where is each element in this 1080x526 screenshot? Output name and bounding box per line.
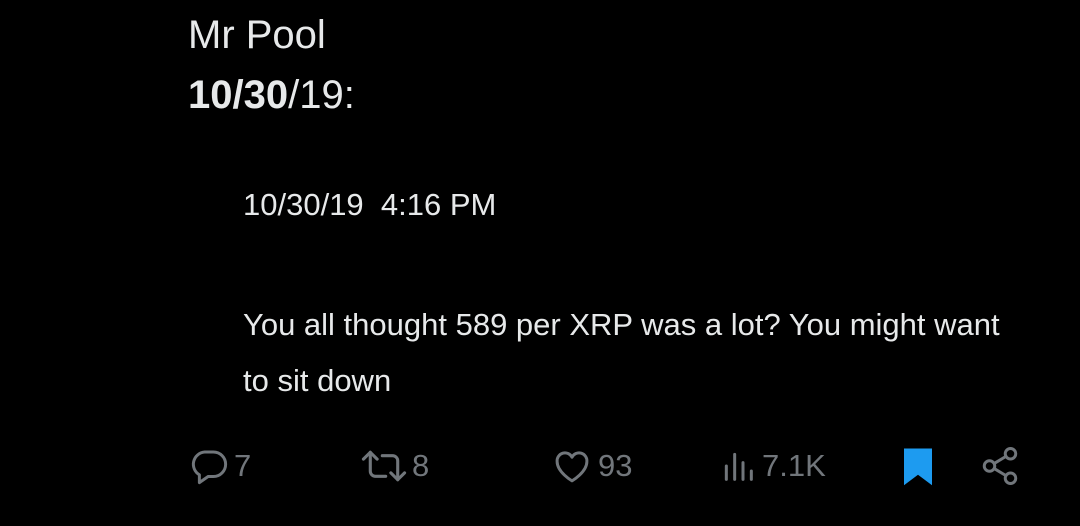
heart-icon <box>550 445 594 487</box>
quoted-timestamp: 10/30/19 4:16 PM <box>243 187 497 222</box>
like-count: 93 <box>598 448 633 483</box>
quoted-text: You all thought 589 per XRP was a lot? Y… <box>243 307 1000 398</box>
views-count: 7.1K <box>762 448 826 483</box>
bookmark-button[interactable] <box>900 444 936 488</box>
retweet-count: 8 <box>412 448 430 483</box>
quoted-message: 10/30/19 4:16 PM You all thought 589 per… <box>243 185 1033 409</box>
views-icon <box>718 445 758 487</box>
share-button[interactable] <box>978 444 1022 488</box>
reply-button[interactable]: 7 <box>188 444 251 488</box>
author-name[interactable]: Mr Pool <box>188 12 326 58</box>
reply-icon <box>188 445 230 487</box>
like-button[interactable]: 93 <box>550 444 632 488</box>
bookmark-icon <box>900 445 936 487</box>
views-button[interactable]: 7.1K <box>718 444 826 488</box>
action-bar: 7 8 93 7.1K <box>0 444 1080 488</box>
reply-count: 7 <box>234 448 252 483</box>
post-date: 10/30/19: <box>188 72 355 118</box>
retweet-icon <box>360 445 408 487</box>
post-date-bold: 10/30 <box>188 73 289 117</box>
retweet-button[interactable]: 8 <box>360 444 429 488</box>
share-icon <box>978 445 1022 487</box>
post-date-rest: /19: <box>288 73 355 117</box>
